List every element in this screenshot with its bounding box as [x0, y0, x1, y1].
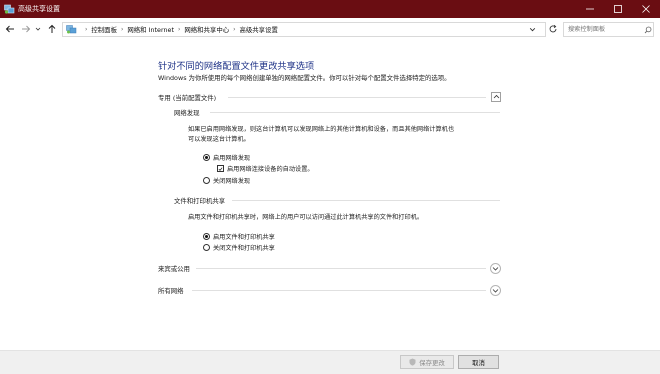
checkbox-label: 启用网络连接设备的自动设置。: [227, 166, 314, 173]
page-title: 针对不同的网络配置文件更改共享选项: [158, 61, 315, 72]
arrow-right-icon: [21, 24, 31, 36]
save-label: 保存更改: [419, 358, 445, 367]
maximize-button[interactable]: [604, 0, 632, 18]
checkbox-auto-setup[interactable]: 启用网络连接设备的自动设置。: [217, 164, 314, 173]
cancel-button[interactable]: 取消: [458, 355, 499, 369]
file-printer-sharing-description: 启用文件和打印机共享时，网络上的用户可以访问通过此计算机共享的文件和打印机。: [188, 214, 424, 221]
chevron-down-icon: [492, 265, 499, 273]
address-dropdown-button[interactable]: [529, 26, 536, 35]
main-content: 针对不同的网络配置文件更改共享选项 Windows 为你所使用的每个网络创建单独…: [0, 42, 660, 350]
network-discovery-label: 网络发现: [174, 109, 200, 117]
expand-guest-public-button[interactable]: [490, 263, 501, 274]
radio-network-discovery-off[interactable]: 关闭网络发现: [203, 176, 250, 185]
minimize-button[interactable]: [576, 0, 604, 18]
address-path[interactable]: › 控制面板 › 网络和 Internet › 网络和共享中心 › 高级共享设置: [62, 22, 546, 37]
divider: [228, 97, 486, 98]
divider: [196, 268, 486, 269]
divider: [232, 200, 500, 201]
recent-locations-button[interactable]: [34, 23, 42, 37]
breadcrumb-item[interactable]: 高级共享设置: [240, 25, 278, 34]
search-icon[interactable]: [644, 26, 652, 36]
address-bar: › 控制面板 › 网络和 Internet › 网络和共享中心 › 高级共享设置: [0, 18, 660, 42]
refresh-button[interactable]: [548, 24, 558, 36]
breadcrumb-item[interactable]: 网络和共享中心: [184, 25, 229, 34]
window-title: 高级共享设置: [18, 5, 60, 13]
title-bar: 高级共享设置: [0, 0, 660, 18]
expand-all-networks-button[interactable]: [490, 285, 501, 296]
collapse-private-button[interactable]: [491, 92, 501, 102]
radio-button[interactable]: [203, 233, 210, 240]
chevron-right-icon: ›: [177, 26, 181, 33]
radio-label: 启用网络发现: [213, 155, 251, 162]
cancel-label: 取消: [472, 358, 485, 367]
shield-icon: [409, 358, 416, 366]
search-input[interactable]: [563, 22, 654, 37]
profile-label-private: 专用 (当前配置文件): [158, 94, 217, 102]
chevron-right-icon: ›: [233, 26, 236, 33]
file-printer-sharing-label: 文件和打印机共享: [174, 197, 226, 205]
description-line: 如果已启用网络发现，则这台计算机可以发现网络上的其他计算机和设备，而且其他网络计…: [188, 126, 455, 133]
breadcrumb-item[interactable]: 控制面板: [91, 25, 117, 34]
profile-label-all-networks: 所有网络: [158, 287, 184, 295]
breadcrumb: › 控制面板 › 网络和 Internet › 网络和共享中心 › 高级共享设置: [81, 23, 278, 36]
radio-button[interactable]: [203, 244, 210, 251]
checkbox[interactable]: [217, 165, 224, 172]
radio-network-discovery-on[interactable]: 启用网络发现: [203, 153, 250, 162]
profile-label-guest-public: 来宾或公用: [158, 265, 190, 273]
radio-button[interactable]: [203, 154, 210, 161]
divider: [192, 290, 486, 291]
breadcrumb-item[interactable]: 网络和 Internet: [127, 25, 174, 34]
back-button[interactable]: [4, 23, 16, 37]
network-center-icon: [4, 4, 15, 14]
radio-button[interactable]: [203, 177, 210, 184]
close-button[interactable]: [632, 0, 660, 18]
chevron-right-icon: ›: [85, 26, 88, 33]
chevron-up-icon: [493, 93, 500, 101]
radio-label: 关闭网络发现: [213, 178, 251, 185]
chevron-down-icon: [35, 26, 41, 34]
radio-label: 关闭文件和打印机共享: [213, 245, 275, 252]
chevron-down-icon: [492, 287, 499, 295]
radio-label: 启用文件和打印机共享: [213, 234, 275, 241]
chevron-right-icon: ›: [120, 26, 124, 33]
page-description: Windows 为你所使用的每个网络创建单独的网络配置文件。你可以针对每个配置文…: [158, 74, 451, 82]
forward-button[interactable]: [20, 23, 32, 37]
radio-file-sharing-off[interactable]: 关闭文件和打印机共享: [203, 243, 275, 252]
network-discovery-description: 如果已启用网络发现，则这台计算机可以发现网络上的其他计算机和设备，而且其他网络计…: [188, 125, 454, 145]
radio-file-sharing-on[interactable]: 启用文件和打印机共享: [203, 232, 275, 241]
up-button[interactable]: [46, 23, 58, 37]
control-panel-icon: [66, 25, 77, 36]
description-line: 可以发现这台计算机。: [188, 136, 250, 143]
footer: 保存更改 取消: [0, 350, 660, 374]
arrow-up-icon: [47, 24, 57, 36]
divider: [210, 112, 500, 113]
save-changes-button[interactable]: 保存更改: [400, 355, 454, 369]
arrow-left-icon: [5, 24, 15, 36]
refresh-icon: [548, 24, 558, 36]
